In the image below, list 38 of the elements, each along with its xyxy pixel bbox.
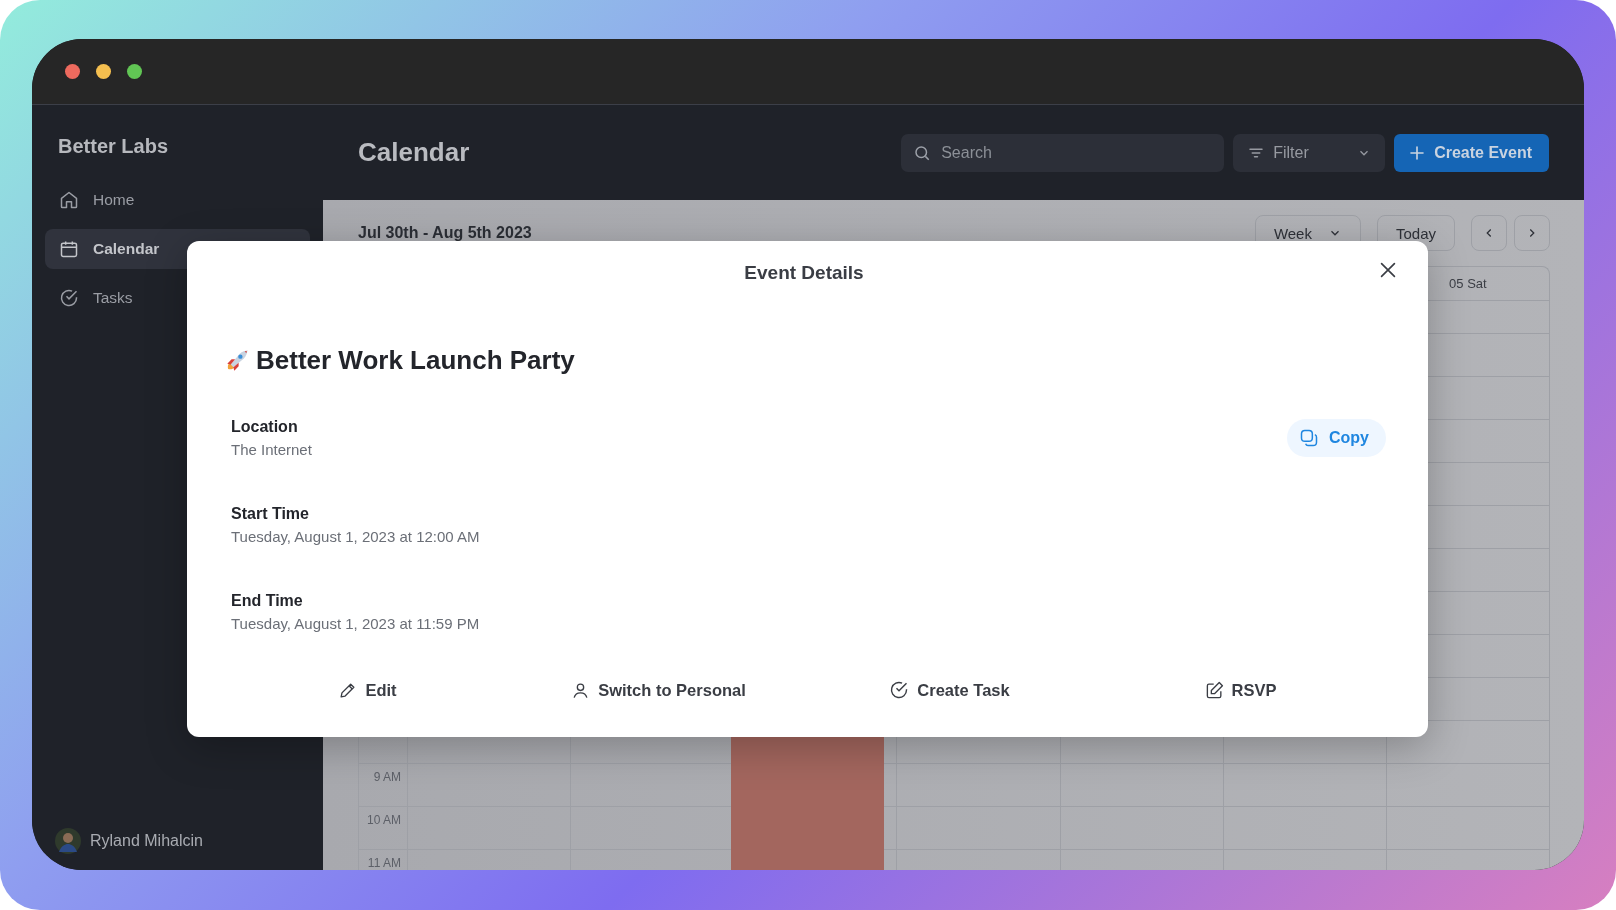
brand-name: Better Labs (57, 135, 170, 158)
action-button[interactable]: Switch to Personal (565, 676, 752, 704)
dialog-title: Event Details (744, 261, 864, 284)
field-value: The Internet (231, 440, 312, 458)
search-field[interactable]: Search (901, 133, 1225, 172)
sidebar-item[interactable]: Tasks (45, 278, 310, 318)
avatar-icon[interactable] (55, 828, 81, 854)
field-label: Start Time (231, 504, 310, 523)
time-label: 10 AM (366, 813, 401, 827)
check-circle-icon (59, 288, 79, 308)
filter-dropdown[interactable]: Filter (1233, 133, 1386, 172)
calendar-icon (59, 239, 79, 259)
user-name: Ryland Mihalcin (90, 832, 203, 850)
home-icon (59, 190, 79, 210)
field-label: End Time (231, 591, 304, 610)
window-close-button[interactable] (65, 64, 80, 79)
sidebar-item[interactable]: Home (45, 180, 310, 220)
date-range-title: Jul 30th - Aug 5th 2023 (358, 224, 532, 242)
time-label: 9 AM (373, 770, 401, 784)
event-title: Better Work Launch Party (256, 345, 575, 376)
search-icon (913, 143, 932, 162)
action-button[interactable]: Edit (332, 676, 403, 704)
action-button[interactable]: Create Task (883, 676, 1016, 704)
edit-icon (1204, 680, 1224, 700)
field-label: Location (231, 417, 299, 436)
copy-button[interactable]: Copy (1287, 418, 1386, 457)
time-label: 11 AM (367, 856, 401, 870)
field-value: Tuesday, August 1, 2023 at 11:59 PM (231, 614, 480, 632)
day-header: 05 Sat (1449, 276, 1487, 291)
field-value: Tuesday, August 1, 2023 at 12:00 AM (231, 527, 480, 545)
create-event-button[interactable]: Create Event (1394, 133, 1549, 172)
window-minimize-button[interactable] (96, 64, 111, 79)
page-title: Calendar (358, 137, 470, 168)
window-zoom-button[interactable] (127, 64, 142, 79)
copy-icon (1299, 427, 1319, 448)
action-button[interactable]: RSVP (1198, 676, 1283, 704)
check-circle-icon (889, 680, 910, 700)
plus-icon (1408, 143, 1427, 162)
